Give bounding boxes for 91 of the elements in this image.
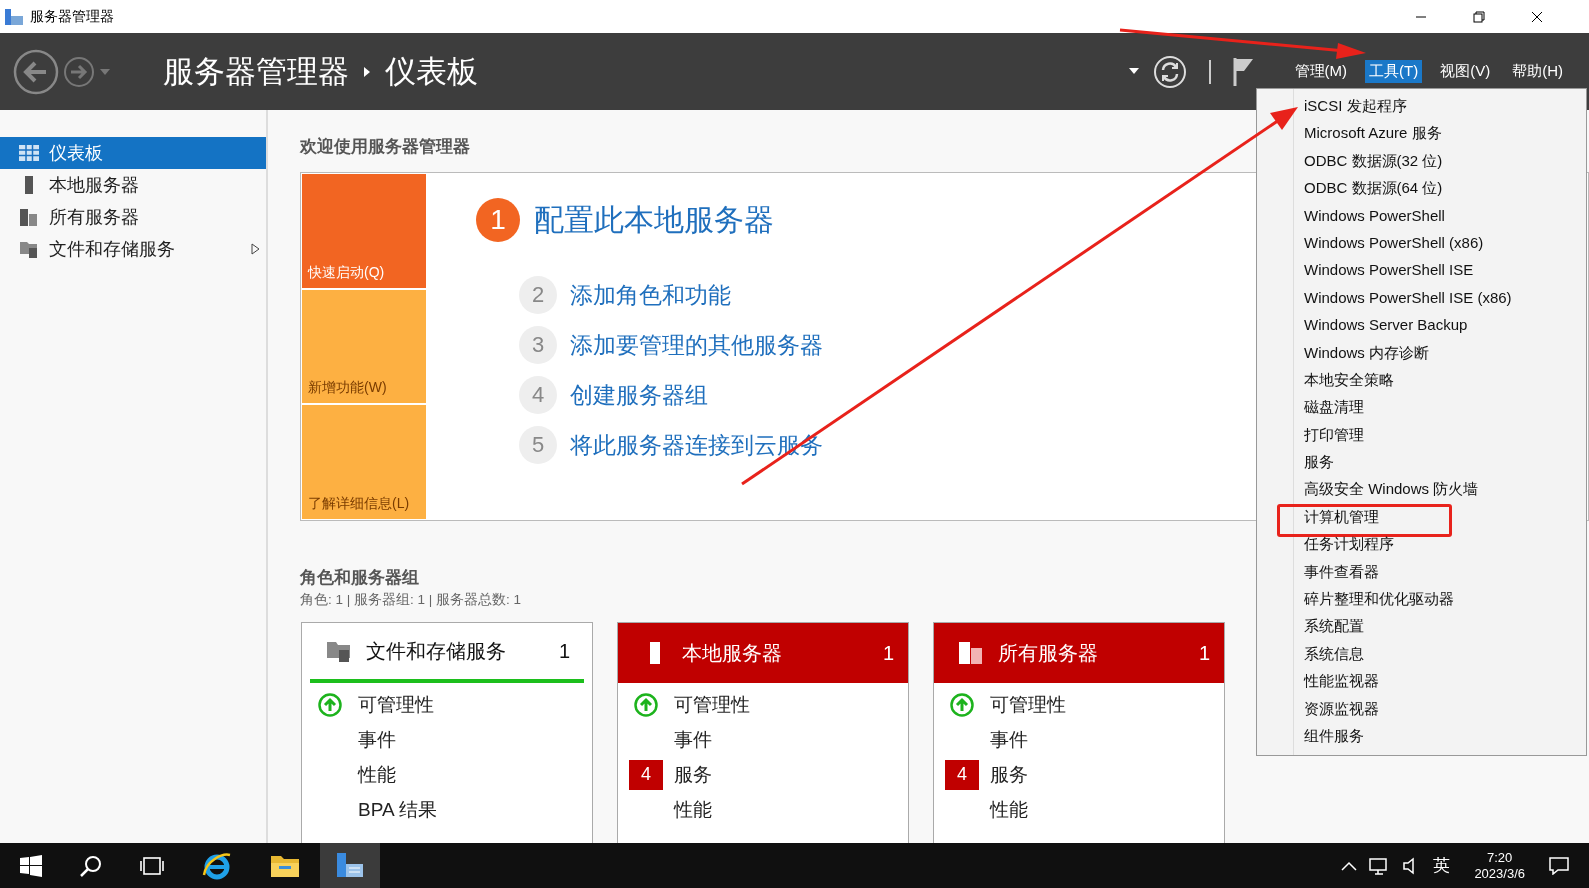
refresh-icon[interactable] — [1152, 54, 1187, 89]
menu-item[interactable]: 性能监视器 — [1257, 667, 1379, 695]
tile[interactable]: 新增功能(W) — [302, 289, 426, 404]
menu-item[interactable]: 任务计划程序 — [1257, 530, 1394, 558]
caret-icon[interactable] — [1128, 68, 1139, 75]
section-title: 欢迎使用服务器管理器 — [300, 136, 470, 157]
roles-summary: 角色: 1 | 服务器组: 1 | 服务器总数: 1 — [300, 591, 522, 609]
card-row-link[interactable]: 可管理性 — [990, 691, 1066, 718]
menu-item[interactable]: 系统配置 — [1257, 612, 1364, 640]
menu-item[interactable]: 帮助(H) — [1508, 60, 1567, 83]
expand-arrow-icon[interactable] — [251, 243, 260, 255]
menu-item[interactable]: 事件查看器 — [1257, 557, 1379, 586]
card-row-link[interactable]: 可管理性 — [674, 691, 750, 718]
count-badge: 4 — [629, 759, 663, 790]
card-row-link[interactable]: 服务 — [990, 761, 1028, 788]
menu-item[interactable]: Windows Server Backup — [1257, 311, 1468, 339]
menu-item[interactable]: 服务 — [1257, 448, 1334, 476]
input-method-indicator[interactable]: 英 — [1433, 854, 1451, 877]
clock-time[interactable]: 7:20 — [1487, 849, 1513, 866]
menu-item[interactable]: Windows PowerShell ISE (x86) — [1257, 283, 1512, 312]
breadcrumb-arrow-icon — [363, 65, 371, 78]
card-row-link[interactable]: 事件 — [674, 726, 712, 753]
menu-item[interactable]: 工具(T) — [1365, 60, 1423, 83]
menu-item[interactable]: 组件服务 — [1257, 722, 1364, 750]
browser-icon[interactable] — [202, 850, 232, 881]
card-header[interactable]: 所有服务器 1 — [934, 623, 1224, 683]
count-badge: 4 — [945, 759, 979, 790]
menu-item[interactable]: 资源监视器 — [1257, 694, 1379, 722]
breadcrumb-item[interactable]: 仪表板 — [385, 50, 478, 93]
sidebar-item[interactable]: 仪表板 — [0, 137, 266, 169]
card-row-link[interactable]: 服务 — [674, 761, 712, 788]
menu-item[interactable]: 碎片整理和优化驱动器 — [1257, 585, 1454, 613]
start-icon[interactable] — [20, 854, 42, 877]
menu-item[interactable]: 系统信息 — [1257, 639, 1364, 668]
section-title: 角色和服务器组 — [300, 567, 419, 589]
servers-icon — [958, 640, 984, 666]
menu-item[interactable]: ODBC 数据源(64 位) — [1257, 174, 1443, 202]
sidebar-item[interactable]: 所有服务器 — [0, 201, 266, 233]
card-row-link[interactable]: 可管理性 — [358, 691, 434, 718]
flag-icon[interactable] — [1232, 56, 1255, 87]
menu-item[interactable]: 计算机管理 — [1257, 502, 1379, 531]
restore-icon[interactable] — [1473, 10, 1485, 23]
servers-icon — [19, 207, 39, 227]
tile[interactable]: 了解详细信息(L) — [302, 405, 426, 519]
menu-item[interactable]: 本地安全策略 — [1257, 365, 1394, 394]
step-number: 3 — [519, 326, 557, 364]
search-icon[interactable] — [80, 854, 102, 877]
step-link[interactable]: 添加角色和功能 — [570, 279, 731, 311]
clock-date[interactable]: 2023/3/6 — [1474, 865, 1525, 882]
menu-item[interactable]: 管理(M) — [1290, 60, 1351, 83]
menu-item[interactable]: 高级安全 Windows 防火墙 — [1257, 475, 1479, 503]
menu-item[interactable]: Windows PowerShell — [1257, 201, 1445, 229]
close-icon[interactable] — [1531, 10, 1543, 23]
menu-item[interactable]: ODBC 数据源(32 位) — [1257, 146, 1443, 175]
window-title: 服务器管理器 — [30, 7, 114, 26]
taskbar-button[interactable] — [320, 843, 380, 888]
step-link[interactable]: 添加要管理的其他服务器 — [570, 329, 823, 361]
card-row-link[interactable]: 事件 — [990, 726, 1028, 753]
back-icon[interactable] — [13, 48, 59, 95]
menu-item[interactable]: Windows 内存诊断 — [1257, 338, 1430, 366]
task-view-icon[interactable] — [140, 855, 164, 876]
step-number: 4 — [519, 376, 557, 414]
card-header[interactable]: 本地服务器 1 — [618, 623, 908, 683]
step-number: 2 — [519, 276, 557, 314]
step-number: 5 — [519, 426, 557, 464]
menu-item[interactable]: Windows PowerShell ISE — [1257, 256, 1474, 284]
menu-item[interactable]: 打印管理 — [1257, 420, 1364, 449]
folder-icon — [19, 239, 39, 259]
menu-item[interactable]: 磁盘清理 — [1257, 393, 1364, 421]
menu-item[interactable]: iSCSI 发起程序 — [1257, 92, 1407, 120]
menu-item[interactable]: 视图(V) — [1436, 60, 1495, 83]
sidebar-item[interactable]: 文件和存储服务 — [0, 233, 266, 265]
card-row-link[interactable]: 性能 — [990, 796, 1028, 823]
sidebar-item[interactable]: 本地服务器 — [0, 169, 266, 201]
breadcrumb-item[interactable]: 服务器管理器 — [163, 50, 349, 93]
forward-icon[interactable] — [63, 55, 95, 88]
card-row-link[interactable]: 事件 — [358, 726, 396, 753]
menu-item[interactable]: Windows PowerShell (x86) — [1257, 228, 1484, 257]
chevron-up-icon[interactable] — [1341, 860, 1358, 871]
server-manager-icon — [4, 7, 24, 26]
step-number: 1 — [476, 198, 520, 242]
step-link[interactable]: 创建服务器组 — [570, 379, 708, 411]
menu-item[interactable]: Microsoft Azure 服务 — [1257, 119, 1442, 147]
notification-icon[interactable] — [1549, 856, 1569, 875]
folder-icon — [326, 639, 352, 663]
step-link[interactable]: 配置此本地服务器 — [534, 199, 774, 241]
card-row-link[interactable]: 性能 — [674, 796, 712, 823]
grid-icon — [19, 145, 39, 161]
card-header[interactable]: 文件和存储服务 1 — [310, 623, 584, 683]
card-row-link[interactable]: BPA 结果 — [358, 796, 437, 823]
card-row-link[interactable]: 性能 — [358, 761, 396, 788]
